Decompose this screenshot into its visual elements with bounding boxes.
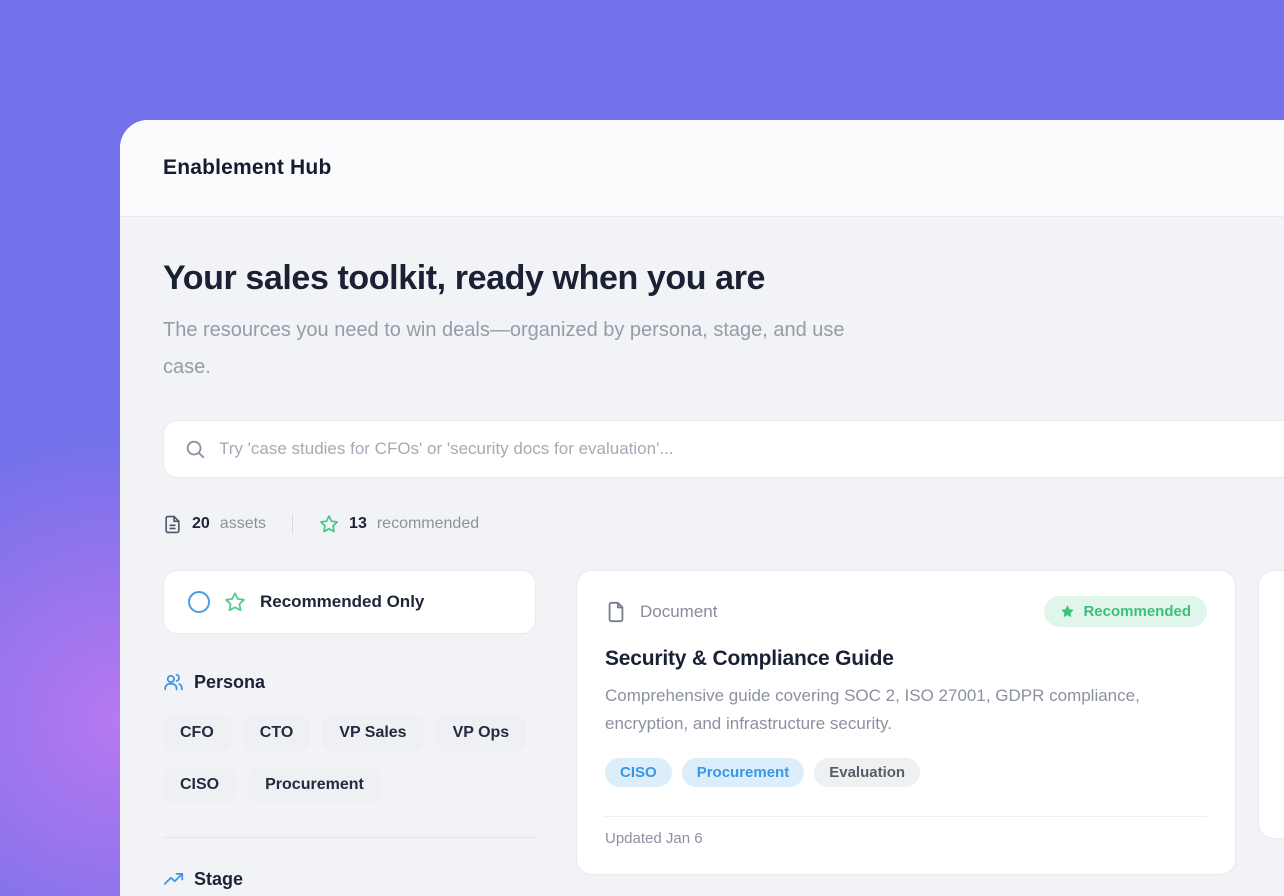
- card-head: Document Recommended: [605, 596, 1207, 627]
- card-tag: CISO: [605, 758, 672, 787]
- card-type-label: Document: [640, 602, 717, 622]
- file-icon: [605, 601, 627, 623]
- search-bar[interactable]: [163, 420, 1284, 478]
- card-updated: Updated Jan 6: [605, 830, 703, 847]
- star-filled-icon: [1060, 604, 1075, 619]
- search-input[interactable]: [219, 439, 1284, 459]
- app-header: Enablement Hub: [120, 120, 1284, 217]
- assets-count: 20: [192, 515, 210, 533]
- app-title: Enablement Hub: [163, 156, 331, 180]
- stage-label: Stage: [194, 869, 243, 890]
- asset-card-partial[interactable]: [1258, 570, 1284, 839]
- users-icon: [163, 672, 184, 693]
- recommended-only-label: Recommended Only: [260, 592, 424, 612]
- recommended-label: recommended: [377, 515, 479, 533]
- enablement-hub-window: Enablement Hub Your sales toolkit, ready…: [120, 120, 1284, 896]
- content-layout: Recommended Only Persona CFO CTO VP Sales V…: [163, 570, 1284, 890]
- persona-chip[interactable]: CTO: [243, 715, 310, 751]
- trending-up-icon: [163, 869, 184, 890]
- card-description: Comprehensive guide covering SOC 2, ISO …: [605, 682, 1207, 738]
- card-footer: Updated Jan 6: [605, 816, 1207, 874]
- persona-chip[interactable]: CFO: [163, 715, 231, 751]
- search-icon: [184, 438, 206, 460]
- card-tag-list: CISO Procurement Evaluation: [605, 758, 1207, 787]
- persona-chip[interactable]: Procurement: [248, 767, 381, 803]
- recommended-only-toggle[interactable]: Recommended Only: [163, 570, 536, 634]
- page-title: Your sales toolkit, ready when you are: [163, 258, 1284, 298]
- radio-circle[interactable]: [188, 591, 210, 613]
- main-content: Your sales toolkit, ready when you are T…: [120, 217, 1284, 890]
- assets-label: assets: [220, 515, 266, 533]
- persona-chip[interactable]: VP Ops: [436, 715, 527, 751]
- card-tag: Procurement: [682, 758, 805, 787]
- recommended-badge: Recommended: [1044, 596, 1207, 627]
- filters-sidebar: Recommended Only Persona CFO CTO VP Sales V…: [163, 570, 536, 890]
- asset-card-security-compliance[interactable]: Document Recommended Security & Complian…: [576, 570, 1236, 875]
- star-outline-icon: [224, 591, 246, 613]
- star-outline-icon: [319, 514, 339, 534]
- card-title: Security & Compliance Guide: [605, 647, 1207, 671]
- stats-row: 20 assets 13 recommended: [163, 514, 1284, 534]
- persona-label: Persona: [194, 672, 265, 693]
- stats-divider: [292, 514, 293, 534]
- persona-section-heading: Persona: [163, 672, 536, 693]
- page-subtitle: The resources you need to win deals—orga…: [163, 312, 1284, 386]
- persona-chip[interactable]: CISO: [163, 767, 236, 803]
- persona-chip-list: CFO CTO VP Sales VP Ops CISO Procurement: [163, 715, 536, 803]
- file-text-icon: [163, 515, 182, 534]
- persona-chip[interactable]: VP Sales: [322, 715, 423, 751]
- asset-card-grid: Document Recommended Security & Complian…: [576, 570, 1284, 890]
- badge-label: Recommended: [1083, 603, 1191, 620]
- recommended-count: 13: [349, 515, 367, 533]
- card-tag: Evaluation: [814, 758, 920, 787]
- stage-section-heading: Stage: [163, 869, 536, 890]
- filters-divider: [163, 837, 536, 838]
